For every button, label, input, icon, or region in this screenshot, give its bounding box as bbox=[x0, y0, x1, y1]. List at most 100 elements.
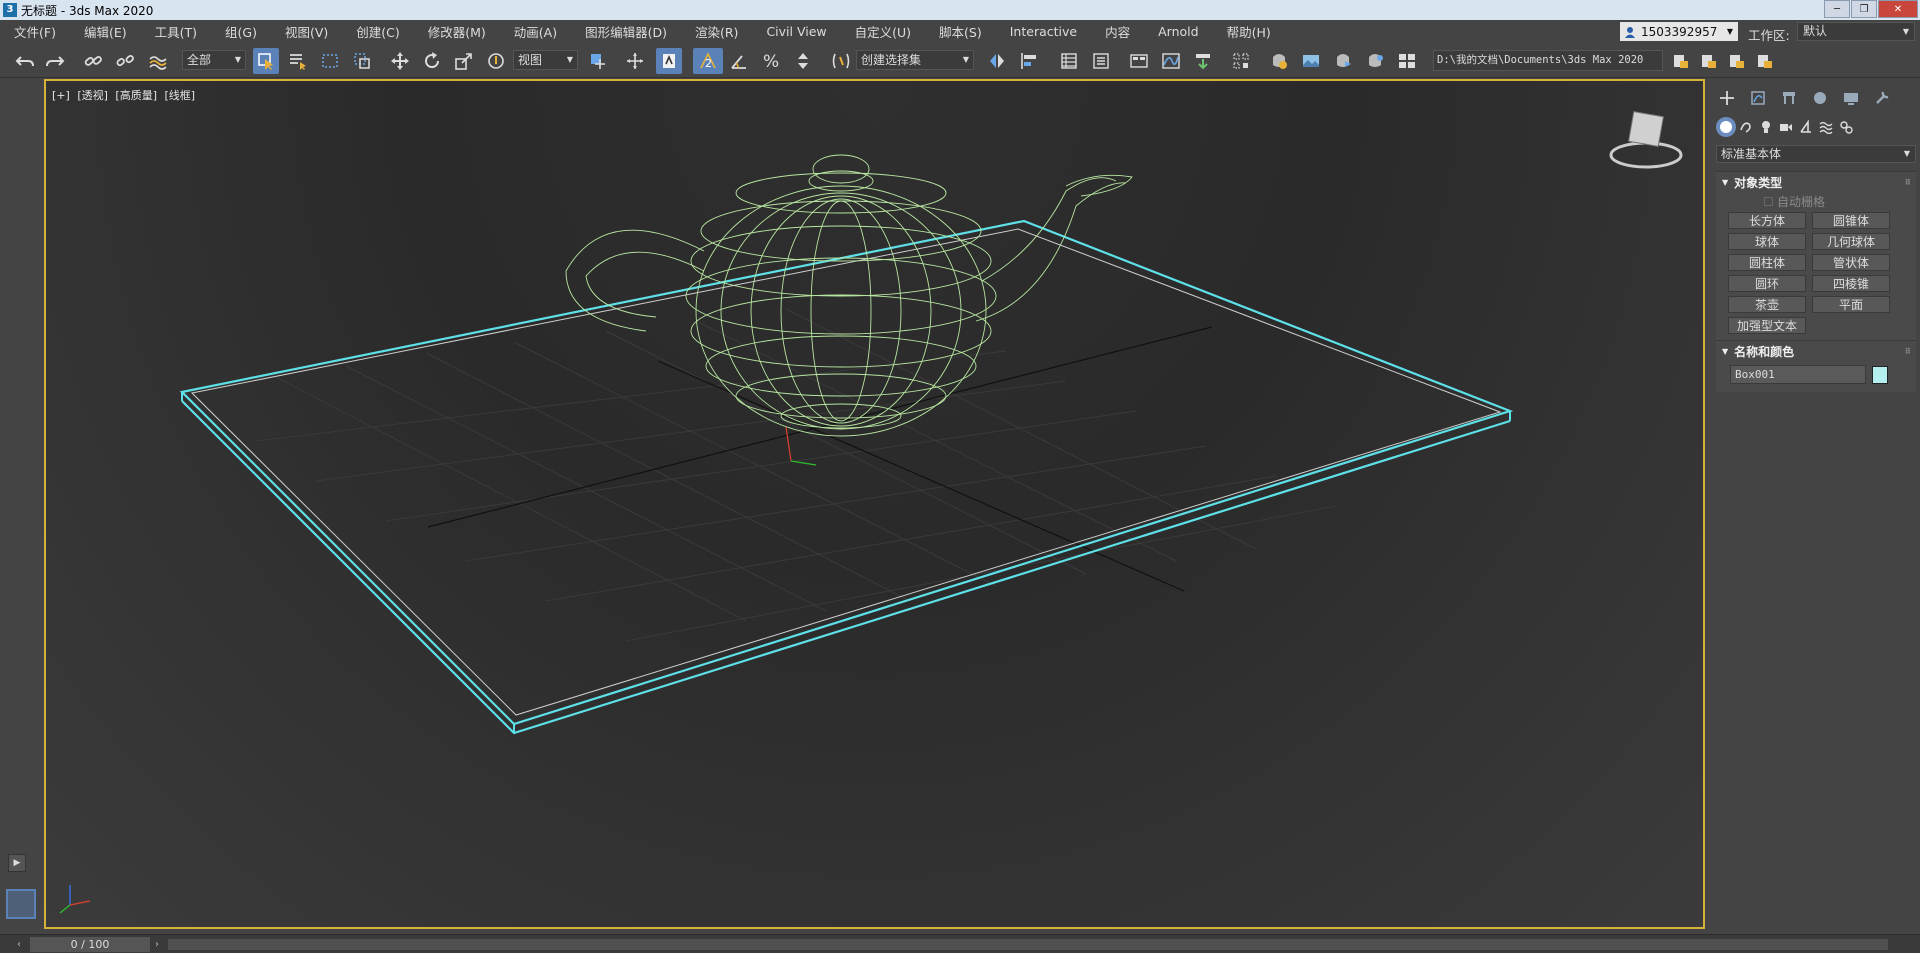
previous-frame-icon[interactable]: ‹ bbox=[12, 937, 26, 952]
select-object-icon[interactable] bbox=[253, 48, 279, 74]
menu-customize[interactable]: 自定义(U) bbox=[841, 22, 925, 41]
name-and-color-header[interactable]: ▼ 名称和颜色 ⠿ bbox=[1716, 341, 1916, 361]
display-tab-icon[interactable] bbox=[1840, 87, 1862, 109]
menu-content[interactable]: 内容 bbox=[1091, 22, 1144, 41]
render-setup-icon[interactable] bbox=[1266, 48, 1292, 74]
mirror-icon[interactable] bbox=[984, 48, 1010, 74]
menu-rendering[interactable]: 渲染(R) bbox=[681, 22, 752, 41]
scale-icon[interactable] bbox=[451, 48, 477, 74]
object-name-field[interactable]: Box001 bbox=[1730, 365, 1866, 384]
menu-arnold[interactable]: Arnold bbox=[1144, 24, 1212, 39]
teapot-button[interactable]: 茶壶 bbox=[1728, 296, 1806, 313]
auto-grid-checkbox[interactable]: 自动栅格 bbox=[1764, 192, 1916, 210]
percent-snap-icon[interactable]: % bbox=[758, 48, 784, 74]
reference-coordinate-dropdown[interactable]: 视图 ▼ bbox=[513, 50, 578, 70]
viewport-layout-thumbnail[interactable] bbox=[6, 889, 36, 919]
lights-icon[interactable] bbox=[1756, 117, 1776, 137]
material-editor-icon[interactable] bbox=[1228, 48, 1254, 74]
box001-wireframe[interactable] bbox=[179, 219, 1514, 735]
object-type-header[interactable]: ▼ 对象类型 ⠿ bbox=[1716, 172, 1916, 192]
create-tab-icon[interactable] bbox=[1716, 87, 1738, 109]
expand-layout-icon[interactable]: ▶ bbox=[8, 854, 26, 872]
layer-explorer-icon[interactable] bbox=[1088, 48, 1114, 74]
select-by-name-icon[interactable] bbox=[285, 48, 311, 74]
cylinder-button[interactable]: 圆柱体 bbox=[1728, 254, 1806, 271]
menu-views[interactable]: 视图(V) bbox=[271, 22, 342, 41]
menu-interactive[interactable]: Interactive bbox=[996, 24, 1091, 39]
box-button[interactable]: 长方体 bbox=[1728, 212, 1806, 229]
snaps-toggle[interactable]: 22 bbox=[693, 48, 723, 74]
menu-graph-editors[interactable]: 图形编辑器(D) bbox=[571, 22, 681, 41]
minimize-button[interactable]: ─ bbox=[1824, 0, 1850, 18]
scene-explorer-icon[interactable] bbox=[1056, 48, 1082, 74]
keyboard-shortcut-override-icon[interactable] bbox=[656, 48, 682, 74]
project-path-field[interactable]: D:\我的文档\Documents\3ds Max 2020 bbox=[1433, 50, 1663, 71]
move-icon[interactable] bbox=[387, 48, 413, 74]
plane-button[interactable]: 平面 bbox=[1812, 296, 1890, 313]
torus-button[interactable]: 圆环 bbox=[1728, 275, 1806, 292]
edit-named-selection-icon[interactable] bbox=[828, 48, 854, 74]
align-icon[interactable] bbox=[1016, 48, 1042, 74]
rectangular-selection-icon[interactable] bbox=[317, 48, 343, 74]
cone-button[interactable]: 圆锥体 bbox=[1812, 212, 1890, 229]
set-project-icon[interactable] bbox=[1696, 48, 1722, 74]
project-manager-icon[interactable] bbox=[1752, 48, 1778, 74]
text-plus-button[interactable]: 加强型文本 bbox=[1728, 317, 1806, 334]
viewcube-icon[interactable] bbox=[1609, 111, 1683, 169]
a360-gallery-icon[interactable] bbox=[1394, 48, 1420, 74]
shapes-icon[interactable] bbox=[1736, 117, 1756, 137]
toggle-ribbon-icon[interactable] bbox=[1126, 48, 1152, 74]
menu-create[interactable]: 创建(C) bbox=[342, 22, 413, 41]
menu-help[interactable]: 帮助(H) bbox=[1213, 22, 1285, 41]
menu-tools[interactable]: 工具(T) bbox=[141, 22, 211, 41]
project-folder-icon[interactable] bbox=[1668, 48, 1694, 74]
helpers-icon[interactable] bbox=[1796, 117, 1816, 137]
tube-button[interactable]: 管状体 bbox=[1812, 254, 1890, 271]
rotate-icon[interactable] bbox=[419, 48, 445, 74]
rendered-frame-window-icon[interactable] bbox=[1298, 48, 1324, 74]
menu-scripting[interactable]: 脚本(S) bbox=[925, 22, 996, 41]
menu-edit[interactable]: 编辑(E) bbox=[70, 22, 141, 41]
curve-editor-icon[interactable] bbox=[1158, 48, 1184, 74]
menu-modifiers[interactable]: 修改器(M) bbox=[414, 22, 500, 41]
cameras-icon[interactable] bbox=[1776, 117, 1796, 137]
bind-space-warp-icon[interactable] bbox=[145, 48, 171, 74]
modify-tab-icon[interactable] bbox=[1747, 87, 1769, 109]
perspective-viewport[interactable]: [+] [透视] [高质量] [线框] bbox=[44, 79, 1705, 929]
account-dropdown[interactable]: 1503392957 ▼ bbox=[1620, 22, 1738, 41]
spinner-snap-icon[interactable] bbox=[790, 48, 816, 74]
menu-animation[interactable]: 动画(A) bbox=[500, 22, 571, 41]
close-button[interactable]: ✕ bbox=[1878, 0, 1918, 18]
motion-tab-icon[interactable] bbox=[1809, 87, 1831, 109]
object-color-swatch[interactable] bbox=[1872, 365, 1888, 384]
pyramid-button[interactable]: 四棱锥 bbox=[1812, 275, 1890, 292]
sphere-button[interactable]: 球体 bbox=[1728, 233, 1806, 250]
menu-group[interactable]: 组(G) bbox=[211, 22, 271, 41]
timeline-track[interactable] bbox=[168, 939, 1888, 950]
utilities-tab-icon[interactable] bbox=[1871, 87, 1893, 109]
selection-filter-dropdown[interactable]: 全部 ▼ bbox=[182, 50, 246, 70]
workspace-dropdown[interactable]: 默认 ▼ bbox=[1797, 22, 1915, 41]
space-warps-icon[interactable] bbox=[1816, 117, 1836, 137]
project-assets-icon[interactable] bbox=[1724, 48, 1750, 74]
select-manipulate-icon[interactable] bbox=[622, 48, 648, 74]
schematic-view-icon[interactable] bbox=[1190, 48, 1216, 74]
next-frame-icon[interactable]: › bbox=[150, 937, 164, 952]
maximize-button[interactable]: ❐ bbox=[1851, 0, 1877, 18]
menu-file[interactable]: 文件(F) bbox=[0, 22, 70, 41]
undo-icon[interactable] bbox=[12, 48, 38, 74]
time-slider[interactable]: 0 / 100 bbox=[30, 937, 150, 952]
unlink-icon[interactable] bbox=[112, 48, 138, 74]
category-dropdown[interactable]: 标准基本体 ▼ bbox=[1716, 145, 1916, 163]
redo-icon[interactable] bbox=[42, 48, 68, 74]
render-in-cloud-icon[interactable] bbox=[1362, 48, 1388, 74]
place-icon[interactable] bbox=[483, 48, 509, 74]
menu-civil-view[interactable]: Civil View bbox=[752, 24, 840, 39]
angle-snap-icon[interactable] bbox=[726, 48, 752, 74]
named-selection-dropdown[interactable]: 创建选择集 ▼ bbox=[856, 50, 974, 70]
geosphere-button[interactable]: 几何球体 bbox=[1812, 233, 1890, 250]
render-production-icon[interactable] bbox=[1330, 48, 1356, 74]
window-crossing-icon[interactable] bbox=[349, 48, 375, 74]
geometry-icon[interactable] bbox=[1716, 117, 1736, 137]
systems-icon[interactable] bbox=[1836, 117, 1856, 137]
